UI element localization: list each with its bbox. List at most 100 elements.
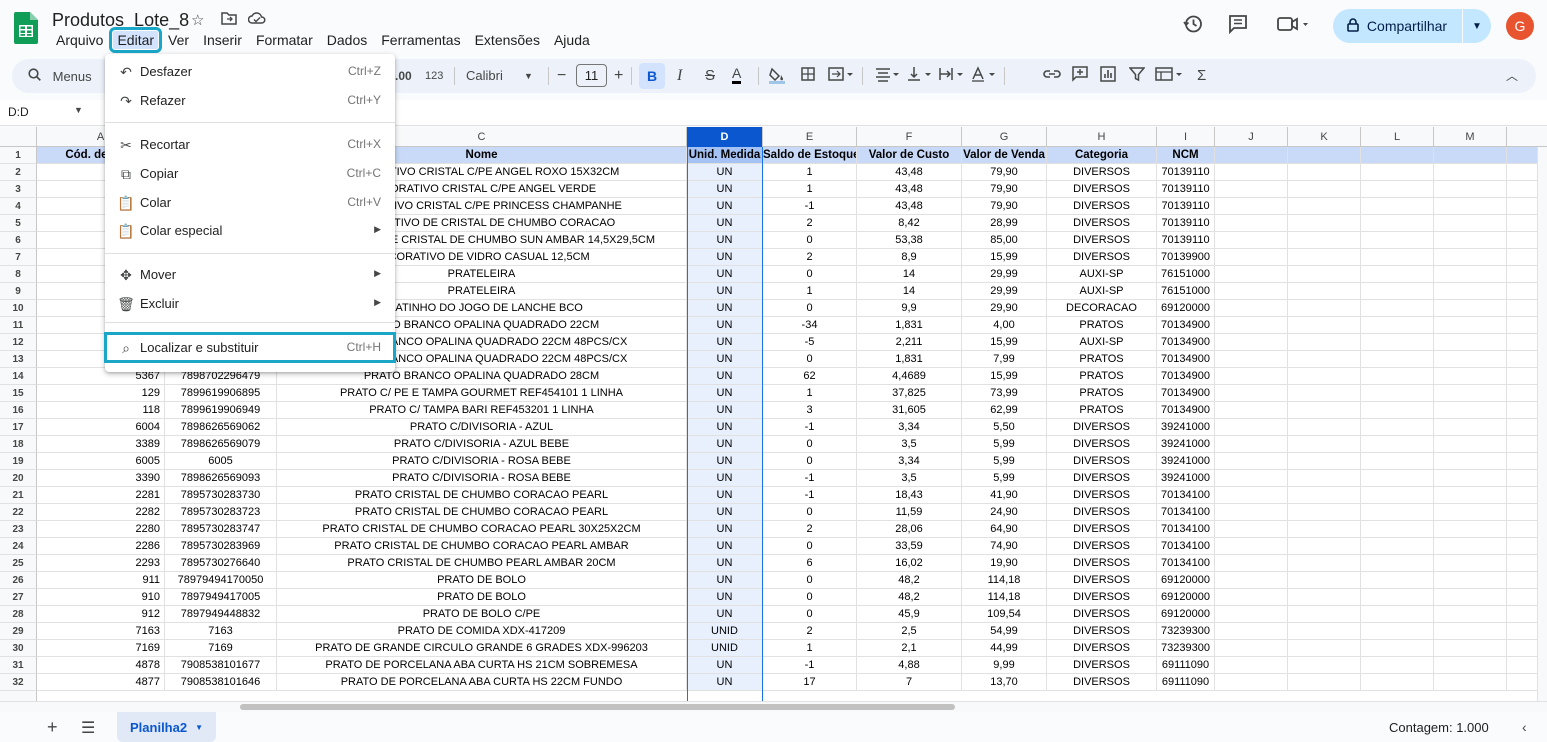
- cell[interactable]: [1288, 436, 1361, 453]
- column-header[interactable]: D: [687, 127, 763, 147]
- cell[interactable]: 70134900: [1157, 334, 1215, 351]
- cell[interactable]: [1288, 351, 1361, 368]
- cell[interactable]: [1434, 589, 1507, 606]
- cell[interactable]: PRATO DE BOLO: [277, 572, 687, 589]
- cell[interactable]: [1215, 555, 1288, 572]
- cell[interactable]: [1215, 538, 1288, 555]
- cell[interactable]: UN: [687, 317, 763, 334]
- cell[interactable]: [1361, 283, 1434, 300]
- cell[interactable]: PRATOS: [1047, 402, 1157, 419]
- cell[interactable]: 79,90: [962, 181, 1047, 198]
- cell[interactable]: UN: [687, 402, 763, 419]
- cell[interactable]: UN: [687, 504, 763, 521]
- cell[interactable]: UN: [687, 606, 763, 623]
- cell[interactable]: 7163: [37, 623, 165, 640]
- cell[interactable]: [1288, 368, 1361, 385]
- cell[interactable]: 14: [857, 283, 962, 300]
- move-folder-icon[interactable]: [221, 11, 237, 29]
- menu-dados[interactable]: Dados: [323, 31, 371, 49]
- cell[interactable]: UN: [687, 300, 763, 317]
- cell[interactable]: [1361, 453, 1434, 470]
- cell[interactable]: 7899619906949: [165, 402, 277, 419]
- row-header[interactable]: 29: [0, 623, 37, 640]
- cell[interactable]: 2: [763, 215, 857, 232]
- cell[interactable]: UNID: [687, 640, 763, 657]
- cell[interactable]: 2,1: [857, 640, 962, 657]
- cell[interactable]: PRATO C/ TAMPA BARI REF453201 1 LINHA: [277, 402, 687, 419]
- column-header[interactable]: H: [1047, 127, 1157, 147]
- cell[interactable]: [1288, 674, 1361, 691]
- cell[interactable]: [1288, 640, 1361, 657]
- cell[interactable]: 62,99: [962, 402, 1047, 419]
- cell[interactable]: DIVERSOS: [1047, 215, 1157, 232]
- cell[interactable]: -1: [763, 657, 857, 674]
- cell[interactable]: UN: [687, 589, 763, 606]
- cell[interactable]: 2282: [37, 504, 165, 521]
- cell[interactable]: -1: [763, 470, 857, 487]
- functions-icon[interactable]: Σ: [1197, 66, 1206, 86]
- cell[interactable]: 2286: [37, 538, 165, 555]
- cell[interactable]: UN: [687, 538, 763, 555]
- horizontal-scroll-thumb[interactable]: [240, 704, 955, 710]
- cell[interactable]: [1215, 657, 1288, 674]
- insert-chart-icon[interactable]: [1100, 66, 1116, 86]
- cell[interactable]: PRATO CRISTAL DE CHUMBO CORACAO PEARL: [277, 504, 687, 521]
- horizontal-align-icon[interactable]: [874, 66, 902, 86]
- cell[interactable]: [1434, 606, 1507, 623]
- cell[interactable]: 73239300: [1157, 640, 1215, 657]
- cell[interactable]: 114,18: [962, 589, 1047, 606]
- cell[interactable]: [1215, 606, 1288, 623]
- cell[interactable]: 911: [37, 572, 165, 589]
- cell[interactable]: DIVERSOS: [1047, 198, 1157, 215]
- cell[interactable]: -1: [763, 487, 857, 504]
- row-header[interactable]: 28: [0, 606, 37, 623]
- cell[interactable]: [1215, 249, 1288, 266]
- column-header[interactable]: F: [857, 127, 962, 147]
- cell[interactable]: 2: [763, 521, 857, 538]
- cell[interactable]: [1434, 555, 1507, 572]
- increase-font-size-icon[interactable]: +: [614, 66, 623, 86]
- cell[interactable]: [1361, 589, 1434, 606]
- cell[interactable]: 0: [763, 538, 857, 555]
- cell[interactable]: UN: [687, 283, 763, 300]
- cell[interactable]: [1434, 181, 1507, 198]
- cell[interactable]: [1361, 385, 1434, 402]
- cell[interactable]: [1361, 572, 1434, 589]
- cell[interactable]: [1434, 623, 1507, 640]
- cell[interactable]: [1434, 249, 1507, 266]
- cell[interactable]: [1434, 215, 1507, 232]
- cell[interactable]: 44,99: [962, 640, 1047, 657]
- row-header[interactable]: 2: [0, 164, 37, 181]
- cell[interactable]: UN: [687, 232, 763, 249]
- cell[interactable]: [1288, 521, 1361, 538]
- cell[interactable]: [1434, 300, 1507, 317]
- cell[interactable]: DIVERSOS: [1047, 436, 1157, 453]
- cell[interactable]: DIVERSOS: [1047, 606, 1157, 623]
- cell[interactable]: UN: [687, 470, 763, 487]
- cell[interactable]: [1288, 249, 1361, 266]
- cell[interactable]: 78979494170050: [165, 572, 277, 589]
- cell[interactable]: 69120000: [1157, 606, 1215, 623]
- cell[interactable]: 13,70: [962, 674, 1047, 691]
- cell[interactable]: 7169: [37, 640, 165, 657]
- cell[interactable]: 7: [857, 674, 962, 691]
- font-size-input[interactable]: 11: [576, 64, 607, 87]
- menu-ferramentas[interactable]: Ferramentas: [377, 31, 464, 49]
- menu-item-copiar[interactable]: ⧉ Copiar Ctrl+C: [105, 159, 395, 188]
- cell[interactable]: AUXI-SP: [1047, 283, 1157, 300]
- cell[interactable]: UN: [687, 555, 763, 572]
- row-header[interactable]: 3: [0, 181, 37, 198]
- cell[interactable]: 0: [763, 504, 857, 521]
- cell[interactable]: UN: [687, 164, 763, 181]
- cell[interactable]: 7898626569093: [165, 470, 277, 487]
- cell[interactable]: 15,99: [962, 249, 1047, 266]
- cell[interactable]: DIVERSOS: [1047, 249, 1157, 266]
- sheet-tab-caret-icon[interactable]: ▼: [195, 723, 203, 732]
- cell[interactable]: 7163: [165, 623, 277, 640]
- select-all-corner[interactable]: [0, 127, 37, 147]
- comments-icon[interactable]: [1228, 14, 1248, 40]
- menu-ver[interactable]: Ver: [164, 31, 193, 49]
- row-header[interactable]: 9: [0, 283, 37, 300]
- horizontal-scrollbar[interactable]: [0, 701, 1547, 712]
- filter-views-icon[interactable]: [1155, 66, 1185, 86]
